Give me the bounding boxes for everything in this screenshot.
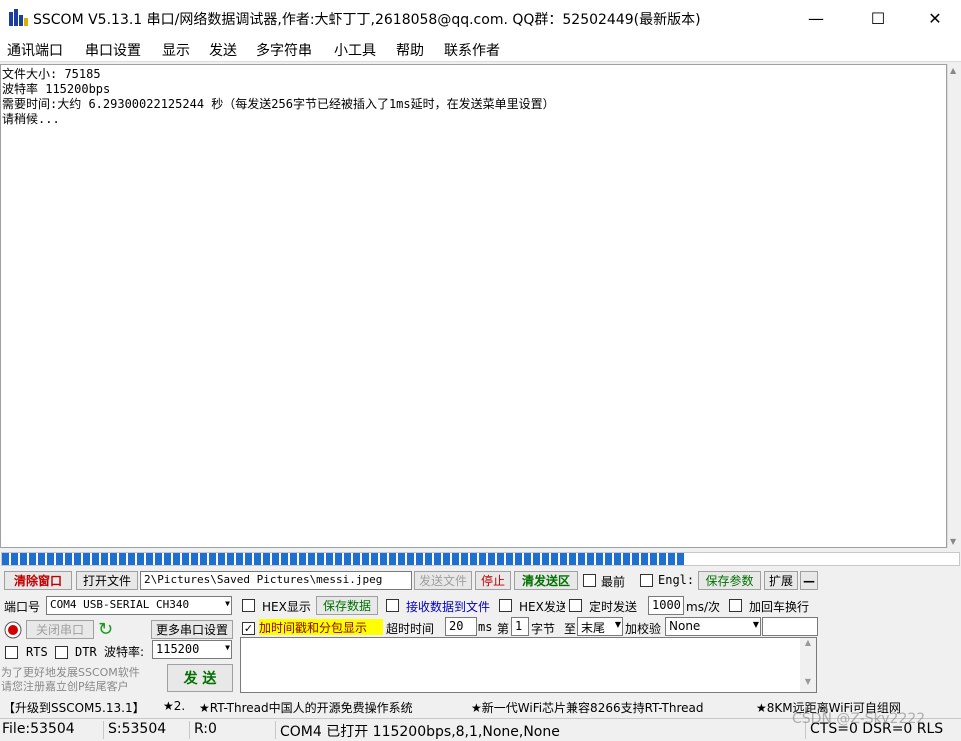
scroll-up-icon[interactable]: ▲ bbox=[800, 638, 816, 647]
english-checkbox[interactable] bbox=[640, 574, 653, 587]
menu-bar: 通讯端口 串口设置 显示 发送 多字符串 小工具 帮助 联系作者 bbox=[0, 36, 961, 62]
timestamp-label: 加时间戳和分包显示 bbox=[259, 619, 383, 635]
checksum-select-value: None bbox=[669, 619, 701, 633]
status-recv-count: R:0 bbox=[192, 721, 276, 739]
menu-multi-string[interactable]: 多字符串 bbox=[256, 40, 312, 60]
timed-send-label: 定时发送 bbox=[589, 600, 638, 614]
baud-select[interactable]: 115200 ▼ bbox=[152, 640, 232, 659]
ticker-item[interactable]: ★RT-Thread中国人的开源免费操作系统 bbox=[199, 699, 413, 716]
port-select-value: COM4 USB-SERIAL CH340 bbox=[50, 598, 190, 611]
byte-label: 字节 bbox=[531, 622, 556, 636]
timeout-unit-label: ms bbox=[478, 620, 493, 634]
chevron-down-icon: ▼ bbox=[225, 643, 230, 652]
app-icon bbox=[9, 9, 28, 26]
add-crlf-checkbox[interactable] bbox=[729, 599, 742, 612]
receive-text-area[interactable]: 文件大小: 75185 波特率 115200bps 需要时间:大约 6.2930… bbox=[0, 64, 947, 548]
progress-fill bbox=[2, 553, 687, 565]
send-progress-bar bbox=[1, 552, 960, 566]
timeout-input[interactable]: 20 bbox=[445, 617, 477, 636]
timed-send-checkbox[interactable] bbox=[569, 599, 582, 612]
baud-label: 波特率: bbox=[104, 645, 145, 659]
status-file-count: File:53504 bbox=[0, 721, 104, 739]
more-serial-settings-button[interactable]: 更多串口设置 bbox=[151, 620, 233, 639]
dtr-checkbox[interactable] bbox=[55, 646, 68, 659]
baud-select-value: 115200 bbox=[156, 642, 200, 656]
checksum-result-field[interactable] bbox=[762, 617, 818, 636]
refresh-icon[interactable]: ↻ bbox=[98, 619, 113, 640]
close-button[interactable]: ✕ bbox=[906, 0, 961, 36]
chevron-down-icon: ▼ bbox=[225, 599, 230, 608]
to-label: 至 bbox=[564, 622, 577, 636]
interval-unit-label: ms/次 bbox=[686, 600, 720, 614]
chevron-down-icon: ▼ bbox=[614, 620, 621, 629]
menu-serial-settings[interactable]: 串口设置 bbox=[85, 40, 141, 60]
rx-line: 波特率 115200bps bbox=[2, 82, 111, 96]
last-checkbox[interactable] bbox=[583, 574, 596, 587]
rx-line: 文件大小: 75185 bbox=[2, 67, 101, 81]
menu-display[interactable]: 显示 bbox=[162, 40, 190, 60]
byte-index-input[interactable]: 1 bbox=[511, 617, 529, 636]
rts-label: RTS bbox=[26, 645, 48, 659]
scroll-down-icon[interactable]: ▼ bbox=[800, 677, 816, 686]
end-select[interactable]: 末尾 ▼ bbox=[577, 617, 623, 636]
port-select[interactable]: COM4 USB-SERIAL CH340 ▼ bbox=[46, 596, 232, 615]
title-bar: SSCOM V5.13.1 串口/网络数据调试器,作者:大虾丁丁,2618058… bbox=[0, 0, 961, 36]
stop-button[interactable]: 停止 bbox=[475, 571, 511, 590]
open-file-button[interactable]: 打开文件 bbox=[76, 571, 138, 590]
end-select-value: 末尾 bbox=[581, 621, 606, 635]
maximize-button[interactable]: ☐ bbox=[849, 0, 907, 36]
window-title: SSCOM V5.13.1 串口/网络数据调试器,作者:大虾丁丁,2618058… bbox=[33, 12, 701, 28]
timeout-label: 超时时间 bbox=[386, 622, 435, 636]
close-port-button[interactable]: 关闭串口 bbox=[26, 620, 94, 639]
chevron-down-icon: ▼ bbox=[752, 620, 759, 629]
rx-line: 需要时间:大约 6.29300022125244 秒（每发送256字节已经被插入… bbox=[2, 97, 555, 111]
minimize-button[interactable]: — bbox=[787, 0, 845, 36]
send-button[interactable]: 发 送 bbox=[167, 664, 233, 692]
ticker-item[interactable]: ★新一代WiFi芯片兼容8266支持RT-Thread bbox=[471, 699, 703, 716]
scroll-up-icon[interactable]: ▲ bbox=[950, 66, 956, 75]
promo-line-2[interactable]: 请您注册嘉立创P结尾客户 bbox=[1, 678, 151, 694]
timestamp-checkbox[interactable]: ✓ bbox=[242, 622, 255, 635]
menu-help[interactable]: 帮助 bbox=[396, 40, 424, 60]
recv-to-file-checkbox[interactable] bbox=[386, 599, 399, 612]
status-sent-count: S:53504 bbox=[106, 721, 190, 739]
clear-send-area-button[interactable]: 清发送区 bbox=[514, 571, 578, 590]
save-params-button[interactable]: 保存参数 bbox=[698, 571, 761, 590]
hex-display-label: HEX显示 bbox=[262, 600, 311, 614]
clear-window-button[interactable]: 清除窗口 bbox=[4, 571, 72, 590]
dtr-label: DTR bbox=[75, 645, 97, 659]
checksum-select[interactable]: None ▼ bbox=[665, 617, 761, 636]
save-data-button[interactable]: 保存数据 bbox=[316, 596, 378, 615]
send-file-button[interactable]: 发送文件 bbox=[414, 571, 472, 590]
last-label: 最前 bbox=[601, 575, 626, 589]
vertical-scrollbar[interactable]: ▲ ▼ bbox=[947, 64, 961, 548]
send-scrollbar[interactable]: ▲ ▼ bbox=[800, 638, 816, 692]
interval-input[interactable]: 1000 bbox=[648, 596, 684, 615]
menu-comm-port[interactable]: 通讯端口 bbox=[7, 40, 63, 60]
english-label: Engl: bbox=[658, 573, 695, 587]
scroll-down-icon[interactable]: ▼ bbox=[950, 537, 956, 546]
hex-send-checkbox[interactable] bbox=[499, 599, 512, 612]
ticker-item[interactable]: ★2. bbox=[163, 699, 185, 713]
nth-label: 第 bbox=[497, 622, 510, 636]
rx-line: 请稍候... bbox=[2, 112, 60, 126]
menu-contact-author[interactable]: 联系作者 bbox=[444, 40, 500, 60]
port-label: 端口号 bbox=[4, 600, 41, 614]
collapse-button[interactable]: — bbox=[800, 571, 818, 590]
send-text-area[interactable] bbox=[240, 637, 817, 693]
menu-send[interactable]: 发送 bbox=[209, 40, 237, 60]
rts-checkbox[interactable] bbox=[5, 646, 18, 659]
port-status-icon bbox=[4, 621, 22, 639]
add-crlf-label: 加回车换行 bbox=[749, 600, 810, 614]
file-path-field[interactable]: 2\Pictures\Saved Pictures\messi.jpeg bbox=[140, 571, 412, 590]
expand-button[interactable]: 扩展 bbox=[764, 571, 798, 590]
status-port-info: COM4 已打开 115200bps,8,1,None,None bbox=[278, 721, 806, 740]
watermark: CSDN @Z-Sky2222 bbox=[792, 711, 926, 727]
recv-to-file-label: 接收数据到文件 bbox=[406, 600, 491, 614]
hex-display-checkbox[interactable] bbox=[242, 599, 255, 612]
menu-tools[interactable]: 小工具 bbox=[334, 40, 376, 60]
checksum-label: 加校验 bbox=[625, 622, 662, 636]
ticker-item[interactable]: 【升级到SSCOM5.13.1】 bbox=[3, 699, 145, 716]
hex-send-label: HEX发送 bbox=[519, 600, 565, 614]
